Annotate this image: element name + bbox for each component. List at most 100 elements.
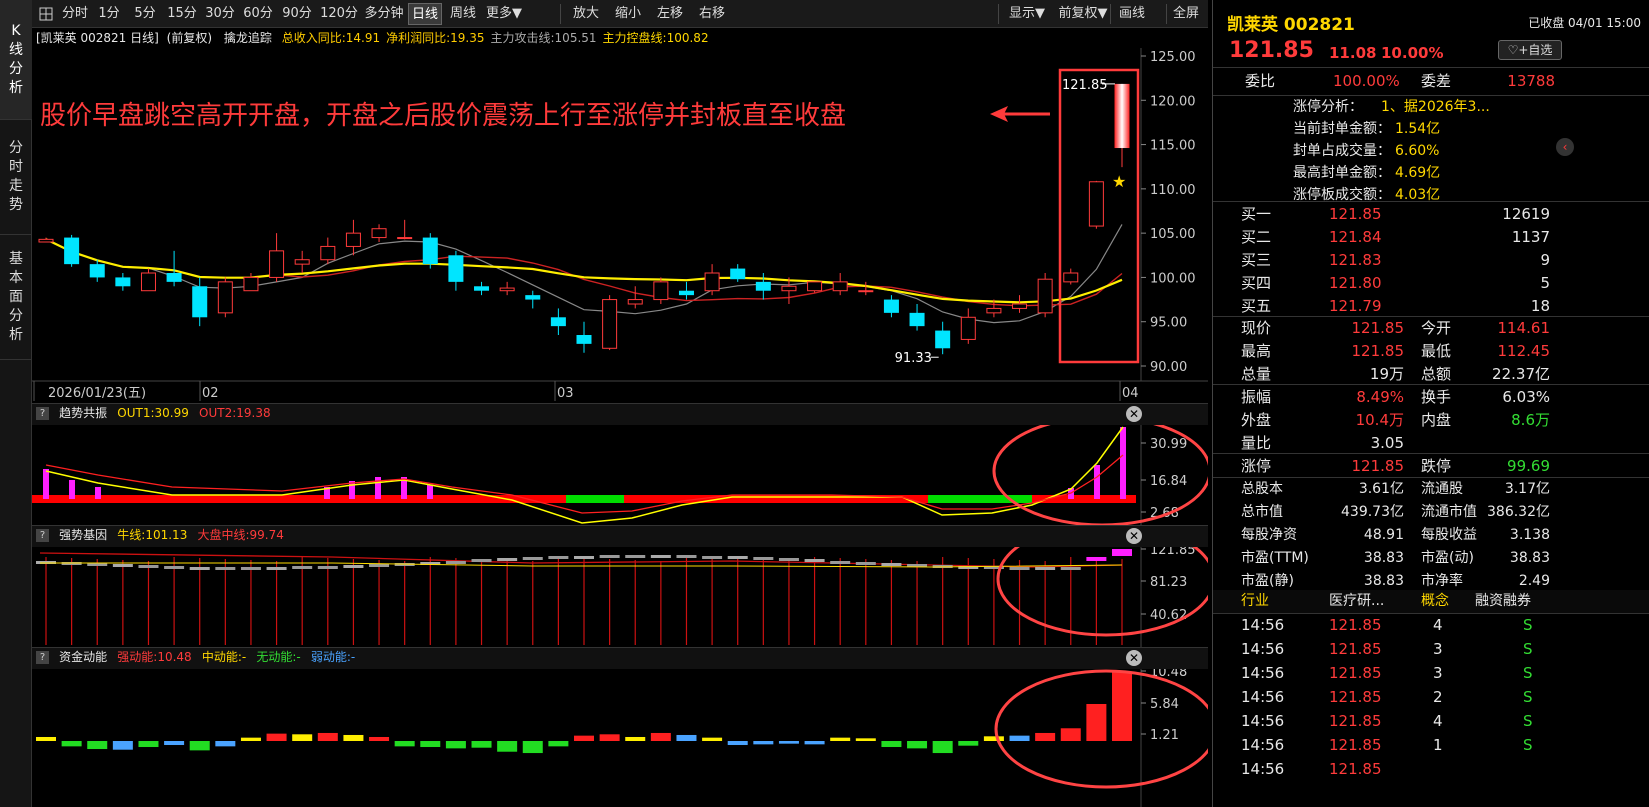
concept-tag[interactable]: 概念 bbox=[1421, 590, 1449, 613]
period-4[interactable]: 30分 bbox=[202, 3, 238, 25]
candle-body bbox=[1012, 303, 1028, 309]
heart-icon: ♡ bbox=[1507, 43, 1519, 57]
tab-fundamentals[interactable]: 基本面分析 bbox=[0, 235, 32, 360]
quote-row: 量比 3.05 bbox=[1241, 434, 1404, 452]
period-1[interactable]: 1分 bbox=[92, 3, 126, 25]
candle-body bbox=[1063, 272, 1079, 283]
gene-tick bbox=[702, 556, 723, 559]
gene-tick bbox=[1009, 567, 1030, 570]
annotation-text: 股价早盘跳空高开开盘，开盘之后股价震荡上行至涨停并封板直至收盘 bbox=[40, 101, 846, 131]
candle-body bbox=[64, 237, 80, 265]
toolbar-right-0[interactable]: 显示▼ bbox=[1002, 3, 1052, 25]
gene-tick bbox=[1112, 549, 1132, 556]
y-tick-label: 110.00 bbox=[1150, 183, 1196, 198]
industry-value[interactable]: 医疗研... bbox=[1329, 590, 1384, 613]
low-price-label: 91.33 bbox=[895, 351, 932, 366]
candle-body bbox=[140, 272, 156, 292]
quote-row: 外盘 10.4万 内盘 8.6万 bbox=[1241, 411, 1550, 429]
help-icon[interactable]: ? bbox=[36, 651, 49, 664]
close-icon[interactable]: ✕ bbox=[1126, 650, 1142, 666]
order-ratio-row: 委比 100.00% 委差 13788 bbox=[1245, 72, 1555, 90]
help-icon[interactable]: ? bbox=[36, 529, 49, 542]
trend-bar bbox=[95, 487, 101, 499]
trend-bar bbox=[43, 469, 49, 499]
tag-row: 行业 医疗研... 概念 融资融券 bbox=[1213, 590, 1649, 613]
toolbar-right-1[interactable]: 前复权▼ bbox=[1056, 3, 1110, 25]
strength-gene-chart[interactable]: 121.8581.2340.62⚙ bbox=[32, 547, 1208, 647]
period-9[interactable]: 日线 bbox=[408, 3, 442, 25]
candle-body bbox=[730, 268, 746, 280]
tab-intraday[interactable]: 分时走势 bbox=[0, 120, 32, 235]
period-0[interactable]: 分时 bbox=[60, 3, 90, 25]
period-2[interactable]: 5分 bbox=[128, 3, 162, 25]
candle-body bbox=[576, 335, 592, 344]
y-tick-label: 115.00 bbox=[1150, 139, 1196, 154]
add-favorite-button[interactable]: ♡+自选 bbox=[1498, 40, 1562, 60]
trend-band-segment bbox=[928, 495, 1032, 503]
period-11[interactable]: 更多▼ bbox=[484, 3, 524, 25]
quote-row: 振幅 8.49% 换手 6.03% bbox=[1241, 388, 1550, 406]
period-6[interactable]: 90分 bbox=[278, 3, 316, 25]
period-10[interactable]: 周线 bbox=[444, 3, 482, 25]
bid-row: 买三 121.83 9 bbox=[1241, 251, 1550, 269]
sub1-title: 趋势共振 bbox=[59, 406, 108, 420]
momentum-bar bbox=[87, 741, 108, 750]
gene-tick bbox=[112, 564, 133, 567]
trend-band-segment bbox=[32, 495, 566, 503]
last-price: 121.85 bbox=[1229, 38, 1314, 63]
action-2[interactable]: 左移 bbox=[650, 3, 690, 25]
gene-tick bbox=[1035, 567, 1056, 570]
candle-body bbox=[755, 281, 771, 291]
candle-body bbox=[269, 250, 285, 278]
gene-tick bbox=[599, 555, 620, 558]
gene-tick bbox=[625, 555, 646, 558]
toolbar-right-2[interactable]: 画线 bbox=[1112, 3, 1152, 25]
grid-icon[interactable] bbox=[36, 3, 56, 25]
candle-body bbox=[397, 237, 413, 240]
y-tick-label: 95.00 bbox=[1150, 316, 1187, 331]
momentum-bar bbox=[420, 741, 441, 748]
close-icon[interactable]: ✕ bbox=[1126, 528, 1142, 544]
main-chart-info: [凯莱英 002821 日线] (前复权) 擒龙追踪 总收入同比:14.91 净利… bbox=[36, 28, 1206, 48]
main-info-item-3: 主力控盘线:100.82 bbox=[602, 31, 709, 45]
momentum-bar bbox=[1060, 728, 1081, 741]
toolbar-right-3[interactable]: 全屏 bbox=[1168, 3, 1204, 25]
gene-tick bbox=[240, 567, 261, 570]
candle-body bbox=[807, 281, 823, 292]
action-1[interactable]: 缩小 bbox=[608, 3, 648, 25]
momentum-bar bbox=[369, 736, 390, 741]
gene-tick bbox=[1086, 557, 1107, 561]
limit-row: 当前封单金额： 1.54亿 bbox=[1293, 121, 1441, 137]
action-3[interactable]: 右移 bbox=[692, 3, 732, 25]
gene-tick bbox=[676, 555, 697, 558]
gene-tick bbox=[574, 556, 594, 559]
candle-body bbox=[678, 290, 694, 296]
close-icon[interactable]: ✕ bbox=[1126, 406, 1142, 422]
capital-momentum-chart[interactable]: 10.485.841.21⚙ bbox=[32, 669, 1208, 807]
candle-body bbox=[909, 312, 925, 327]
limit-row: 封单占成交量： 6.60% bbox=[1293, 143, 1440, 159]
help-icon[interactable]: ? bbox=[36, 407, 49, 420]
candle-body bbox=[499, 287, 515, 292]
margin-tag[interactable]: 融资融券 bbox=[1475, 590, 1531, 613]
candle-body bbox=[294, 259, 310, 265]
kline-main-chart[interactable]: 125.00 120.00 115.00 110.00 105.00 100.00 95.0… bbox=[32, 48, 1208, 403]
adjust-label: (前复权) bbox=[166, 31, 213, 45]
industry-tag[interactable]: 行业 bbox=[1241, 590, 1269, 613]
momentum-bar bbox=[522, 741, 543, 754]
trend-resonance-chart[interactable]: 30.9916.842.68⚙ bbox=[32, 425, 1208, 525]
candle-body bbox=[986, 307, 1002, 314]
period-5[interactable]: 60分 bbox=[240, 3, 276, 25]
action-0[interactable]: 放大 bbox=[566, 3, 606, 25]
momentum-bar bbox=[138, 741, 159, 748]
period-7[interactable]: 120分 bbox=[318, 3, 360, 25]
momentum-bar bbox=[599, 734, 620, 741]
tab-kline-analysis[interactable]: K线分析 bbox=[0, 0, 32, 120]
collapse-arrow-icon[interactable]: ‹ bbox=[1556, 138, 1574, 156]
candle-body bbox=[243, 276, 259, 292]
candle-body bbox=[192, 286, 208, 318]
candle-body bbox=[704, 272, 720, 292]
period-8[interactable]: 多分钟 bbox=[362, 3, 406, 25]
candle-body bbox=[166, 273, 182, 282]
period-3[interactable]: 15分 bbox=[164, 3, 200, 25]
